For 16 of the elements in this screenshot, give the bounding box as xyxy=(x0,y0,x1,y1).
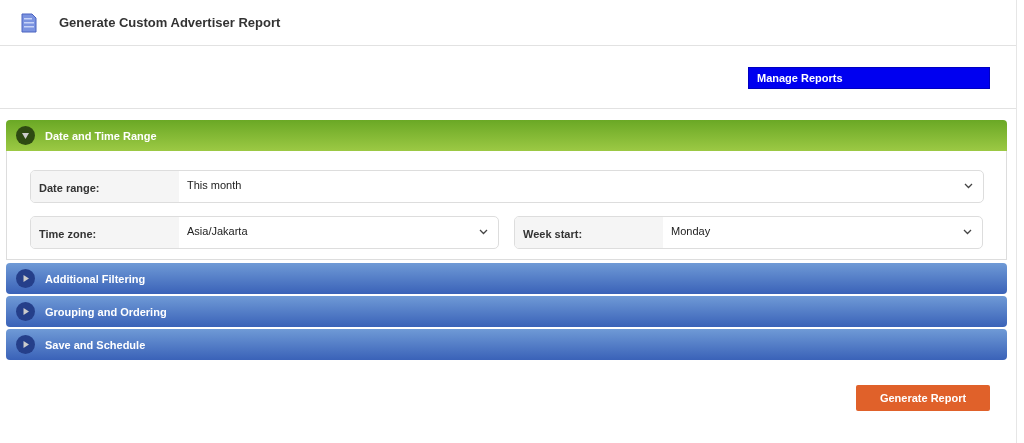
manage-reports-button[interactable]: Manage Reports xyxy=(748,67,990,89)
section-header[interactable]: Date and Time Range xyxy=(6,120,1007,151)
section-title: Additional Filtering xyxy=(45,272,146,285)
expand-toggle-icon[interactable] xyxy=(16,269,35,288)
section-title: Grouping and Ordering xyxy=(45,305,167,318)
generate-report-button[interactable]: Generate Report xyxy=(856,385,990,411)
expand-toggle-icon[interactable] xyxy=(16,335,35,354)
expand-toggle-icon[interactable] xyxy=(16,302,35,321)
page-title: Generate Custom Advertiser Report xyxy=(59,15,281,30)
section-title: Date and Time Range xyxy=(45,129,157,142)
section-title: Save and Schedule xyxy=(45,338,146,351)
section-header[interactable]: Save and Schedule xyxy=(6,329,1007,360)
section-header[interactable]: Grouping and Ordering xyxy=(6,296,1007,327)
section-header[interactable]: Additional Filtering xyxy=(6,263,1007,294)
collapse-toggle-icon[interactable] xyxy=(16,126,35,145)
document-icon xyxy=(21,12,37,33)
